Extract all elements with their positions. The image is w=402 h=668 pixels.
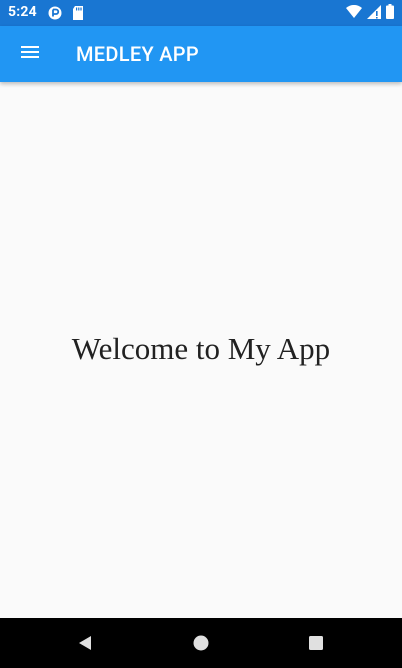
back-icon[interactable]: [74, 632, 96, 654]
system-nav-bar: [0, 618, 402, 668]
home-icon[interactable]: [190, 632, 212, 654]
app-screen: 5:24 MEDLEY APP Welcome to My App: [0, 0, 402, 668]
menu-button[interactable]: [8, 30, 52, 78]
status-bar: 5:24: [0, 0, 402, 26]
wifi-icon: [346, 4, 362, 23]
hamburger-menu-icon: [20, 44, 40, 64]
cell-signal-icon: [367, 4, 381, 23]
welcome-text: Welcome to My App: [71, 330, 331, 366]
notification-circle-icon: [48, 5, 62, 20]
battery-icon: [386, 3, 394, 23]
status-time: 5:24: [8, 4, 37, 20]
recents-icon[interactable]: [305, 632, 327, 654]
main-content: Welcome to My App: [0, 82, 402, 618]
app-bar: MEDLEY APP: [0, 26, 402, 82]
status-right-icons: [346, 3, 394, 23]
sd-card-icon: [72, 5, 86, 20]
app-title: MEDLEY APP: [76, 42, 199, 66]
